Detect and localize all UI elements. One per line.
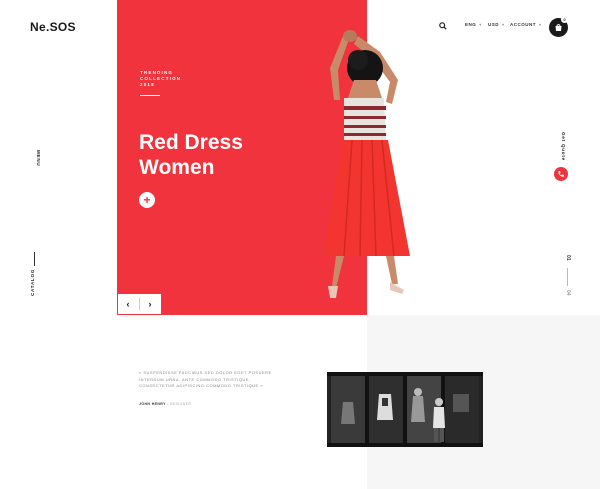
hero-eyebrow-underline — [140, 95, 160, 96]
language-label: ENG — [465, 22, 477, 27]
prev-slide-button[interactable]: ‹ — [118, 294, 138, 314]
hero-title-line: Red Dress — [139, 131, 243, 154]
account-menu[interactable]: ACCOUNT ▾ — [510, 22, 542, 27]
chevron-down-icon: ▾ — [502, 22, 505, 27]
arrow-right-icon: › — [148, 299, 152, 309]
menu-toggle[interactable]: MENU — [36, 150, 41, 166]
next-slide-button[interactable]: › — [140, 294, 160, 314]
phone-button[interactable] — [554, 167, 568, 181]
plus-icon: + — [143, 193, 151, 207]
currency-selector[interactable]: USD ▾ — [488, 22, 505, 27]
hero-title-line: Women — [139, 156, 215, 179]
phone-icon — [558, 171, 564, 177]
catalog-link[interactable]: CATALOG — [30, 269, 35, 296]
brand-logo[interactable]: Ne.SOS — [30, 20, 76, 34]
currency-label: USD — [488, 22, 500, 27]
catalog-divider — [34, 252, 35, 266]
hero-eyebrow: TRENDING COLLECTION 2018 — [140, 70, 200, 88]
hero-plus-button[interactable]: + — [139, 192, 155, 208]
slide-current: 01 — [565, 255, 571, 261]
chevron-down-icon: ▾ — [539, 22, 542, 27]
slide-progress-line — [567, 268, 568, 286]
model-image — [324, 30, 410, 298]
slide-total: 04 — [565, 290, 571, 296]
store-photo — [327, 372, 483, 447]
author-name: JOHN HENRY — [139, 402, 166, 406]
hero-title: Red Dress Women — [139, 130, 289, 180]
arrow-left-icon: ‹ — [126, 299, 130, 309]
account-label: ACCOUNT — [510, 22, 536, 27]
testimonial-author: JOHN HENRY / DESIGNER — [139, 402, 191, 406]
store-photo-illustration — [327, 372, 483, 447]
slider-nav: ‹ › — [118, 294, 161, 314]
hero-eyebrow-line: 2018 — [140, 82, 155, 87]
testimonial-quote: « SUSPENDISSE FAUCIBUS SED DOLOR EGET PO… — [139, 370, 272, 388]
cart-count-badge: 0 — [561, 16, 568, 23]
contact-label[interactable]: Get Quote — [561, 132, 566, 161]
chevron-down-icon: ▾ — [479, 22, 482, 27]
author-role: / DESIGNER — [167, 402, 192, 406]
search-icon[interactable] — [439, 22, 447, 30]
language-selector[interactable]: ENG ▾ — [465, 22, 482, 27]
